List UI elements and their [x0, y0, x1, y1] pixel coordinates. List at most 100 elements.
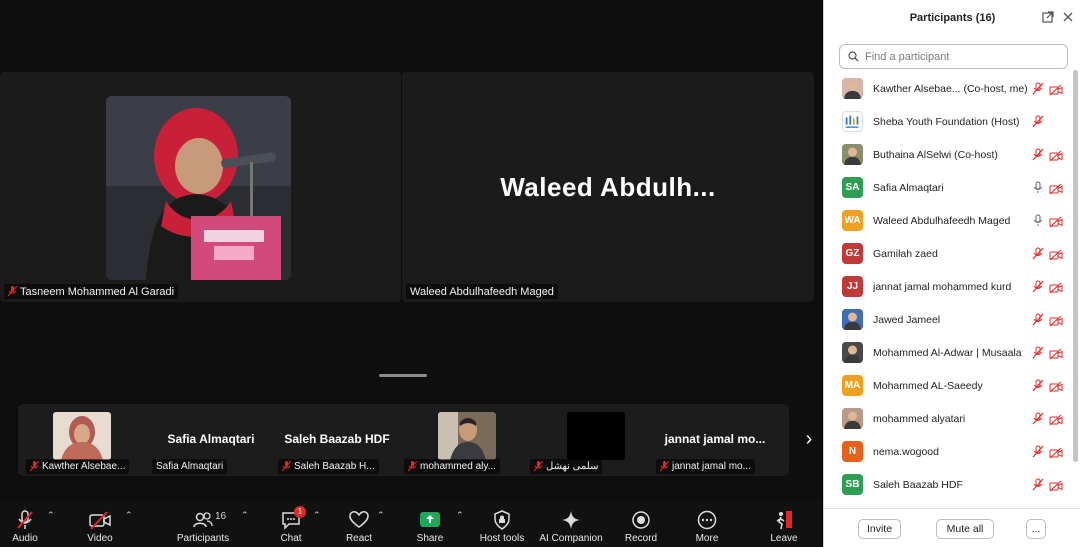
avatar-initials: N [848, 446, 857, 457]
participant-row[interactable]: SB Saleh Baazab HDF [824, 468, 1074, 496]
pop-out-icon[interactable] [1042, 11, 1054, 23]
speaker-name: Tasneem Mohammed Al Garadi [20, 285, 175, 298]
meeting-toolbar: Audio ⌃ Video ⌃ Participants 16 ⌃ Chat 1… [0, 502, 822, 547]
mic-muted-icon[interactable] [1032, 478, 1044, 491]
chevron-up-icon[interactable]: ⌃ [456, 510, 464, 521]
participant-row[interactable]: Mohammed Al-Adwar | Musaala [824, 336, 1074, 369]
thumbnail-tile[interactable]: mohammed aly... [400, 404, 526, 476]
mic-muted-icon[interactable] [1032, 412, 1044, 425]
mute-all-button[interactable]: Mute all [936, 519, 994, 539]
participants-icon [193, 512, 213, 528]
thumbnail-tile[interactable]: Saleh Baazab HDF Saleh Baazab H... [274, 404, 400, 476]
mic-muted-icon [408, 461, 417, 472]
participant-row[interactable]: Buthaina AlSelwi (Co-host) [824, 138, 1074, 171]
video-off-icon[interactable] [1049, 248, 1063, 260]
thumbnail-name-tag: Saleh Baazab H... [278, 459, 379, 474]
avatar: WA [842, 210, 863, 231]
video-off-icon[interactable] [1049, 83, 1063, 95]
share-screen-icon [420, 512, 440, 527]
video-off-icon[interactable] [1049, 182, 1063, 194]
participant-row[interactable]: Kawther Alsebae... (Co-host, me) [824, 72, 1074, 105]
video-off-icon[interactable] [1049, 149, 1063, 161]
share-button[interactable]: Share [414, 502, 446, 547]
mic-muted-icon[interactable] [1032, 115, 1044, 128]
avatar [842, 78, 863, 99]
avatar-initials: SA [845, 182, 860, 193]
video-off-icon[interactable] [1049, 281, 1063, 293]
mic-muted-icon [30, 461, 39, 472]
participant-row[interactable]: MA Mohammed AL-Saeedy [824, 369, 1074, 402]
participants-button[interactable]: Participants [172, 502, 234, 547]
mic-muted-icon[interactable] [1032, 313, 1044, 326]
thumbnail-tile[interactable]: jannat jamal mo... jannat jamal mo... [652, 404, 778, 476]
leave-button[interactable]: Leave [768, 502, 800, 547]
thumbnail-name: Kawther Alsebae... [42, 461, 126, 472]
video-off-icon[interactable] [1049, 347, 1063, 359]
video-off-icon[interactable] [1049, 479, 1063, 491]
avatar: N [842, 441, 863, 462]
video-off-icon[interactable] [1049, 380, 1063, 392]
participant-name: Jawed Jameel [873, 313, 941, 326]
gallery-drag-handle[interactable] [379, 374, 427, 377]
chevron-up-icon[interactable]: ⌃ [241, 510, 249, 521]
chevron-up-icon[interactable]: ⌃ [377, 510, 385, 521]
thumbnail-tile[interactable]: Safia Almaqtari Safia Almaqtari [148, 404, 274, 476]
participant-name: Mohammed Al-Adwar | Musaala [873, 346, 1022, 359]
video-off-icon[interactable] [1049, 215, 1063, 227]
host-tools-button[interactable]: Host tools [478, 502, 526, 547]
mic-muted-icon[interactable] [1032, 346, 1044, 359]
avatar-initials: MA [844, 380, 861, 391]
mic-muted-icon[interactable] [1032, 247, 1044, 260]
audio-button[interactable]: Audio [8, 502, 42, 547]
avatar [842, 309, 863, 330]
react-button[interactable]: React [344, 502, 374, 547]
participant-search[interactable] [839, 44, 1068, 69]
participant-row[interactable]: JJ jannat jamal mohammed kurd [824, 270, 1074, 303]
video-tile-second[interactable]: Waleed Abdulh... Waleed Abdulhafeedh Mag… [402, 72, 814, 302]
video-button[interactable]: Video [84, 502, 116, 547]
avatar: SA [842, 177, 863, 198]
participant-row[interactable]: GZ Gamilah zaed [824, 237, 1074, 270]
mic-muted-icon[interactable] [1032, 82, 1044, 95]
mic-icon[interactable] [1032, 181, 1044, 194]
thumbnail-tile[interactable]: سلمى نهشل [526, 404, 652, 476]
chevron-right-icon[interactable]: › [800, 428, 818, 450]
second-tile-name-tag: Waleed Abdulhafeedh Maged [406, 284, 558, 299]
participant-name: jannat jamal mohammed kurd [873, 280, 1012, 293]
mic-icon[interactable] [1032, 214, 1044, 227]
audio-label: Audio [12, 533, 38, 544]
participant-row[interactable]: Sheba Youth Foundation (Host) [824, 105, 1074, 138]
chevron-up-icon[interactable]: ⌃ [313, 510, 321, 521]
video-off-icon [89, 511, 111, 530]
mic-muted-icon [660, 461, 669, 472]
shield-icon [494, 510, 510, 530]
participant-list-scrollbar[interactable] [1073, 70, 1078, 462]
participant-name: Gamilah zaed [873, 247, 938, 260]
thumbnail-tile[interactable]: Kawther Alsebae... [22, 404, 148, 476]
video-tile-main-speaker[interactable]: Tasneem Mohammed Al Garadi [0, 72, 401, 302]
chevron-up-icon[interactable]: ⌃ [125, 510, 133, 521]
invite-button[interactable]: Invite [858, 519, 901, 539]
mic-muted-icon[interactable] [1032, 445, 1044, 458]
participant-row[interactable]: Nnema.wogood [824, 435, 1074, 468]
mic-muted-icon[interactable] [1032, 280, 1044, 293]
participant-row[interactable]: mohammed alyatari [824, 402, 1074, 435]
mic-muted-icon[interactable] [1032, 379, 1044, 392]
participant-row[interactable]: SA Safia Almaqtari [824, 171, 1074, 204]
more-button[interactable]: More [690, 502, 724, 547]
search-input[interactable] [865, 50, 1055, 63]
panel-more-button[interactable]: ... [1026, 519, 1046, 539]
record-icon [632, 511, 650, 529]
mic-muted-icon[interactable] [1032, 148, 1044, 161]
close-icon[interactable] [1062, 11, 1074, 23]
video-off-icon[interactable] [1049, 413, 1063, 425]
avatar: GZ [842, 243, 863, 264]
ai-companion-button[interactable]: AI Companion [538, 502, 604, 547]
record-button[interactable]: Record [622, 502, 660, 547]
chevron-up-icon[interactable]: ⌃ [47, 510, 55, 521]
participant-row[interactable]: WA Waleed Abdulhafeedh Maged [824, 204, 1074, 237]
participant-name: mohammed alyatari [873, 412, 966, 425]
video-off-icon[interactable] [1049, 314, 1063, 326]
video-off-icon[interactable] [1049, 446, 1063, 458]
participant-row[interactable]: Jawed Jameel [824, 303, 1074, 336]
